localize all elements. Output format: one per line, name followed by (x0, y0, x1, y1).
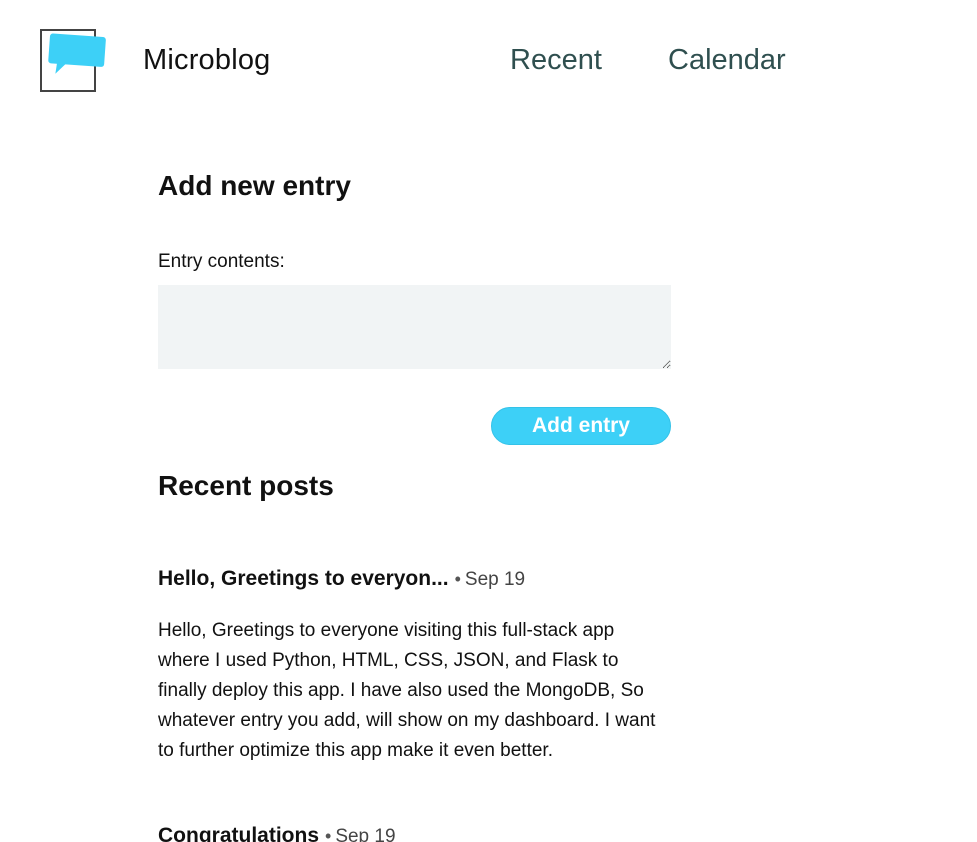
post-separator: • (325, 826, 332, 842)
speech-bubble-logo-icon[interactable] (40, 29, 106, 92)
post-title[interactable]: Hello, Greetings to everyon... (158, 567, 449, 590)
post-item: Hello, Greetings to everyon... • Sep 19 He… (158, 567, 671, 785)
recent-posts-heading: Recent posts (158, 470, 334, 501)
post-date: Sep 19 (464, 569, 526, 590)
post-header: Congratulations • Sep 19 (158, 824, 671, 842)
post-title[interactable]: Congratulations (158, 824, 319, 842)
post-date: Sep 19 (335, 826, 396, 842)
site-header: Microblog Recent Calendar (0, 0, 977, 120)
add-entry-button[interactable]: Add entry (491, 407, 671, 445)
add-entry-heading: Add new entry (158, 170, 351, 201)
nav-link-calendar[interactable]: Calendar (668, 44, 786, 77)
post-separator: • (454, 569, 461, 589)
post-body: Hello, Greetings to everyone visiting th… (158, 620, 656, 761)
entry-contents-label: Entry contents: (158, 251, 285, 272)
page: Microblog Recent Calendar Add new entry … (0, 0, 977, 842)
entry-contents-textarea[interactable] (158, 285, 671, 369)
post-header: Hello, Greetings to everyon... • Sep 19 (158, 567, 671, 591)
post-item: Congratulations • Sep 19 (158, 824, 671, 842)
speech-bubble-shape (48, 33, 106, 74)
brand-name[interactable]: Microblog (143, 44, 271, 77)
nav-link-recent[interactable]: Recent (510, 44, 602, 77)
